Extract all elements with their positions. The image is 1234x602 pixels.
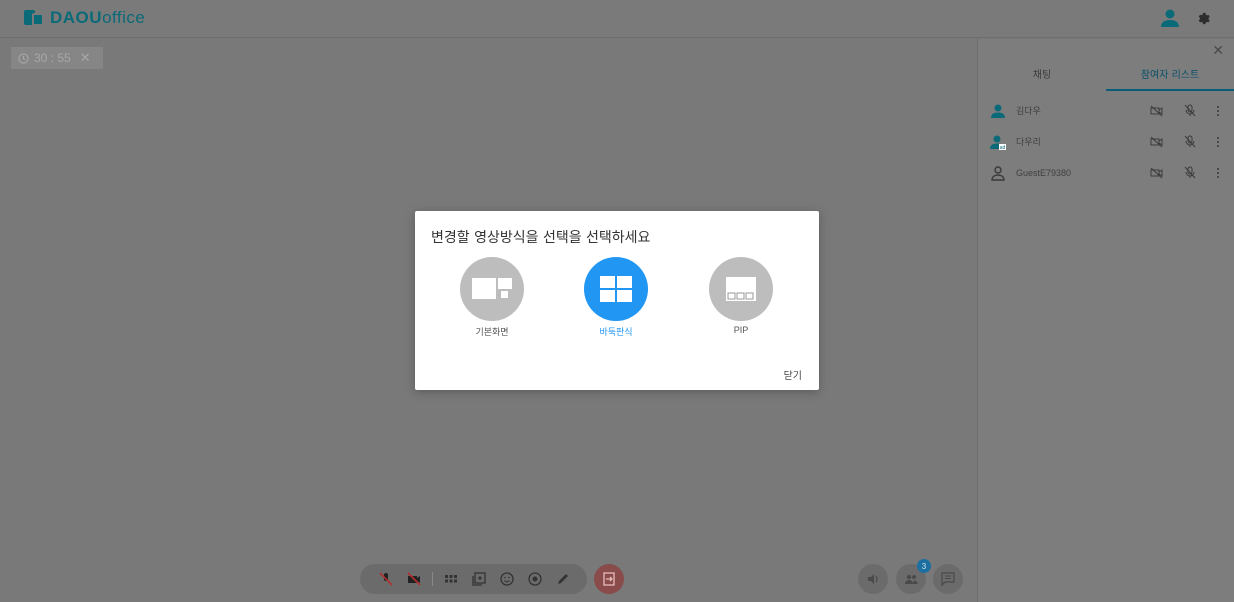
- share-screen-icon: [472, 572, 486, 586]
- camera-toggle-button[interactable]: [400, 567, 428, 591]
- option-label: 바둑판식: [599, 327, 633, 337]
- chat-icon: [941, 572, 955, 586]
- group-icon: [905, 574, 918, 584]
- panel-close-icon[interactable]: ✕: [1212, 43, 1224, 59]
- more-icon[interactable]: [1216, 136, 1220, 148]
- participants-panel: ✕ 채팅 참여자 리스트 김다우 ad 다우리 GuestE79380: [977, 39, 1234, 602]
- dialog-close-button[interactable]: 닫기: [784, 367, 802, 382]
- gear-icon[interactable]: [1196, 11, 1210, 25]
- participant-row: GuestE79380: [978, 157, 1234, 188]
- smiley-icon: [500, 572, 514, 586]
- more-icon[interactable]: [1216, 105, 1220, 117]
- emoji-button[interactable]: [493, 567, 521, 591]
- camera-off-icon: [407, 572, 421, 586]
- call-timer: 30 : 55 ✕: [11, 47, 103, 69]
- participant-count-badge: 3: [917, 559, 931, 573]
- camera-off-icon[interactable]: [1150, 136, 1164, 148]
- top-bar: DAOUoffice: [0, 0, 1234, 38]
- mic-toggle-button[interactable]: [372, 567, 400, 591]
- timer-close-icon[interactable]: ✕: [80, 50, 91, 66]
- layout-button[interactable]: [437, 567, 465, 591]
- mic-off-icon[interactable]: [1184, 135, 1196, 148]
- draw-button[interactable]: [549, 567, 577, 591]
- option-label: 기본화면: [475, 327, 509, 337]
- logo[interactable]: DAOUoffice: [24, 8, 145, 28]
- tab-chat[interactable]: 채팅: [978, 63, 1106, 91]
- leave-call-button[interactable]: [594, 564, 624, 594]
- pip-layout-icon: [709, 257, 773, 321]
- record-button[interactable]: [521, 567, 549, 591]
- dialog-title: 변경할 영상방식을 선택을 선택하세요: [431, 230, 651, 246]
- default-layout-icon: [460, 257, 524, 321]
- camera-off-icon[interactable]: [1150, 167, 1164, 179]
- layout-option-grid[interactable]: 바둑판식: [583, 257, 649, 338]
- person-outline-icon: [991, 165, 1005, 181]
- participant-name: GuestE79380: [1016, 167, 1072, 178]
- layout-option-default[interactable]: 기본화면: [459, 257, 525, 338]
- logo-text: DAOUoffice: [50, 8, 146, 27]
- participant-list: 김다우 ad 다우리 GuestE79380: [978, 95, 1234, 188]
- volume-button[interactable]: [858, 564, 888, 594]
- mic-off-icon: [379, 572, 393, 586]
- participant-row: ad 다우리: [978, 126, 1234, 157]
- participant-row: 김다우: [978, 95, 1234, 126]
- person-badge-icon: ad: [990, 135, 1006, 150]
- exit-icon: [603, 572, 615, 586]
- panel-tabs: 채팅 참여자 리스트: [978, 63, 1234, 91]
- user-icon[interactable]: [1160, 8, 1180, 28]
- person-icon: [991, 104, 1005, 118]
- more-icon[interactable]: [1216, 167, 1220, 179]
- call-control-bar: [360, 564, 587, 594]
- svg-text:ad: ad: [1000, 145, 1006, 150]
- pencil-icon: [558, 574, 568, 584]
- record-icon: [528, 572, 542, 586]
- divider: [432, 572, 433, 586]
- option-label: PIP: [733, 325, 749, 335]
- participant-name: 다우리: [1016, 137, 1041, 147]
- grid-layout-icon: [584, 257, 648, 321]
- participant-name: 김다우: [1016, 106, 1041, 116]
- grid-icon: [445, 575, 457, 583]
- tab-participants[interactable]: 참여자 리스트: [1106, 63, 1234, 91]
- share-screen-button[interactable]: [465, 567, 493, 591]
- mic-off-icon[interactable]: [1184, 166, 1196, 179]
- speaker-icon: [868, 574, 878, 584]
- mic-off-icon[interactable]: [1184, 104, 1196, 117]
- clock-icon: [18, 52, 29, 64]
- layout-select-dialog: 변경할 영상방식을 선택을 선택하세요 기본화면 바둑판식 PIP 닫기: [415, 211, 819, 390]
- timer-value: 30 : 55: [34, 51, 71, 65]
- camera-off-icon[interactable]: [1150, 105, 1164, 117]
- chat-button[interactable]: [933, 564, 963, 594]
- logo-icon: [24, 8, 44, 28]
- layout-option-pip[interactable]: PIP: [708, 257, 774, 335]
